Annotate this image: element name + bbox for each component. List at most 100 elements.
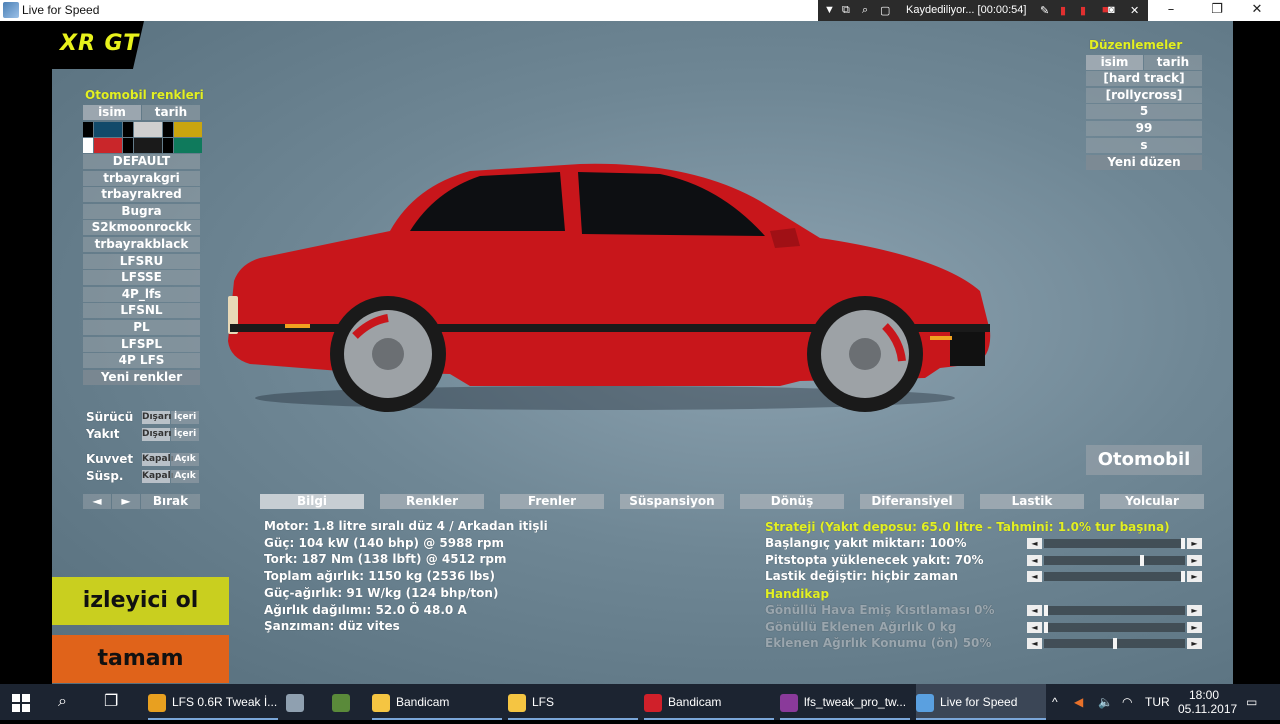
- color-swatch[interactable]: [134, 138, 162, 153]
- color-item[interactable]: 4P_lfs: [83, 286, 200, 302]
- close-button[interactable]: ✕: [1234, 0, 1280, 21]
- decrease-arrow-icon[interactable]: ◄: [1027, 621, 1042, 633]
- color-item[interactable]: LFSNL: [83, 303, 200, 319]
- pencil-icon[interactable]: ✎: [1040, 4, 1049, 17]
- slider-knob[interactable]: [1044, 621, 1048, 633]
- window-mode-icon[interactable]: ⧉: [842, 4, 850, 17]
- task-view-icon[interactable]: ❐: [104, 684, 118, 720]
- taskbar-app[interactable]: Bandicam: [644, 684, 774, 720]
- settings-tab[interactable]: Bilgi: [260, 494, 364, 509]
- colors-sort-date-tab[interactable]: tarih: [142, 105, 200, 120]
- color-item[interactable]: Bugra: [83, 203, 200, 219]
- increase-arrow-icon[interactable]: ►: [1187, 554, 1202, 566]
- handicap-slider[interactable]: ◄ ►: [1027, 638, 1202, 650]
- clock[interactable]: 18:00 05.11.2017: [1178, 688, 1237, 724]
- close-recorder-icon[interactable]: ✕: [1130, 4, 1139, 17]
- color-swatch[interactable]: [94, 122, 122, 137]
- color-swatch[interactable]: [174, 138, 202, 153]
- color-swatch[interactable]: [163, 138, 173, 153]
- settings-tab[interactable]: Lastik: [980, 494, 1084, 509]
- settings-tab[interactable]: Frenler: [500, 494, 604, 509]
- slider-knob[interactable]: [1181, 538, 1185, 549]
- slider-knob[interactable]: [1113, 638, 1117, 650]
- camera-icon[interactable]: ◙: [1108, 4, 1115, 16]
- increase-arrow-icon[interactable]: ►: [1187, 538, 1202, 549]
- dropdown-icon[interactable]: ▼: [824, 4, 835, 16]
- color-swatch[interactable]: [174, 122, 202, 137]
- color-item[interactable]: PL: [83, 320, 200, 335]
- tray-app-icon[interactable]: ◀: [1074, 684, 1083, 720]
- color-item[interactable]: LFSSE: [83, 270, 200, 286]
- taskbar-app[interactable]: Live for Speed: [916, 684, 1046, 720]
- slider-knob[interactable]: [1140, 554, 1144, 566]
- strategy-slider[interactable]: ◄ ►: [1027, 554, 1202, 566]
- color-item[interactable]: trbayrakblack: [83, 237, 200, 252]
- crop-icon[interactable]: ▢: [880, 4, 890, 17]
- settings-tab[interactable]: Yolcular: [1100, 494, 1204, 509]
- network-icon[interactable]: ◠: [1122, 684, 1132, 720]
- increase-arrow-icon[interactable]: ►: [1187, 571, 1202, 583]
- speaker-icon[interactable]: ▮: [1080, 4, 1086, 17]
- option-toggle-b[interactable]: İçeri: [171, 428, 199, 441]
- settings-tab[interactable]: Dönüş: [740, 494, 844, 509]
- settings-tab[interactable]: Renkler: [380, 494, 484, 509]
- search-icon[interactable]: ⌕: [862, 4, 868, 17]
- color-swatch[interactable]: [134, 122, 162, 137]
- setup-item[interactable]: [hard track]: [1086, 71, 1202, 86]
- pinned-app-icon[interactable]: [286, 684, 310, 720]
- decrease-arrow-icon[interactable]: ◄: [1027, 638, 1042, 650]
- drop-car-button[interactable]: Bırak: [141, 494, 200, 509]
- spectate-button[interactable]: izleyici ol: [52, 577, 229, 625]
- setup-item[interactable]: [rollycross]: [1086, 87, 1202, 103]
- decrease-arrow-icon[interactable]: ◄: [1027, 538, 1042, 549]
- decrease-arrow-icon[interactable]: ◄: [1027, 554, 1042, 566]
- color-swatch[interactable]: [163, 122, 173, 137]
- decrease-arrow-icon[interactable]: ◄: [1027, 571, 1042, 583]
- color-item[interactable]: trbayrakgri: [83, 170, 200, 186]
- option-toggle-b[interactable]: İçeri: [171, 411, 199, 424]
- prev-car-button[interactable]: ◄: [83, 494, 111, 509]
- ok-button[interactable]: tamam: [52, 635, 229, 683]
- settings-tab[interactable]: Diferansiyel: [860, 494, 964, 509]
- option-toggle-b[interactable]: Açık: [171, 453, 199, 466]
- taskbar-app[interactable]: LFS 0.6R Tweak İ...: [148, 684, 278, 720]
- decrease-arrow-icon[interactable]: ◄: [1027, 605, 1042, 616]
- slider-knob[interactable]: [1181, 571, 1185, 583]
- color-item[interactable]: LFSPL: [83, 336, 200, 352]
- colors-sort-name-tab[interactable]: isim: [83, 105, 141, 120]
- language-indicator[interactable]: TUR: [1145, 684, 1170, 720]
- new-setup-button[interactable]: Yeni düzen: [1086, 154, 1202, 170]
- option-toggle-a[interactable]: Dışarı: [142, 428, 172, 441]
- car-button[interactable]: Otomobil: [1086, 445, 1202, 475]
- taskbar-app[interactable]: Bandicam: [372, 684, 502, 720]
- increase-arrow-icon[interactable]: ►: [1187, 621, 1202, 633]
- option-toggle-a[interactable]: Dışarı: [142, 411, 172, 424]
- color-item[interactable]: S2kmoonrockk: [83, 220, 200, 236]
- slider-knob[interactable]: [1044, 605, 1048, 616]
- color-swatch[interactable]: [83, 138, 93, 153]
- strategy-slider[interactable]: ◄ ►: [1027, 538, 1202, 549]
- search-icon[interactable]: ⌕: [58, 684, 67, 720]
- mic-icon[interactable]: ▮: [1060, 4, 1066, 17]
- taskbar-app[interactable]: LFS: [508, 684, 638, 720]
- handicap-slider[interactable]: ◄ ►: [1027, 605, 1202, 616]
- color-swatch[interactable]: [83, 122, 93, 137]
- color-swatch[interactable]: [94, 138, 122, 153]
- handicap-slider[interactable]: ◄ ►: [1027, 621, 1202, 633]
- setup-item[interactable]: 5: [1086, 104, 1202, 120]
- minecraft-icon[interactable]: [332, 684, 356, 720]
- color-item[interactable]: DEFAULT: [83, 154, 200, 169]
- tray-chevron-icon[interactable]: ^: [1052, 684, 1058, 720]
- option-toggle-a[interactable]: Kapalı: [142, 453, 174, 466]
- color-item[interactable]: trbayrakred: [83, 187, 200, 203]
- minimize-button[interactable]: –: [1148, 0, 1194, 21]
- color-swatch[interactable]: [123, 122, 133, 137]
- start-button[interactable]: [12, 684, 30, 720]
- setups-sort-date-tab[interactable]: tarih: [1144, 55, 1202, 70]
- next-car-button[interactable]: ►: [112, 494, 140, 509]
- new-colors-button[interactable]: Yeni renkler: [83, 369, 200, 385]
- color-swatch[interactable]: [123, 138, 133, 153]
- setup-item[interactable]: s: [1086, 137, 1202, 153]
- settings-tab[interactable]: Süspansiyon: [620, 494, 724, 509]
- color-item[interactable]: LFSRU: [83, 253, 200, 269]
